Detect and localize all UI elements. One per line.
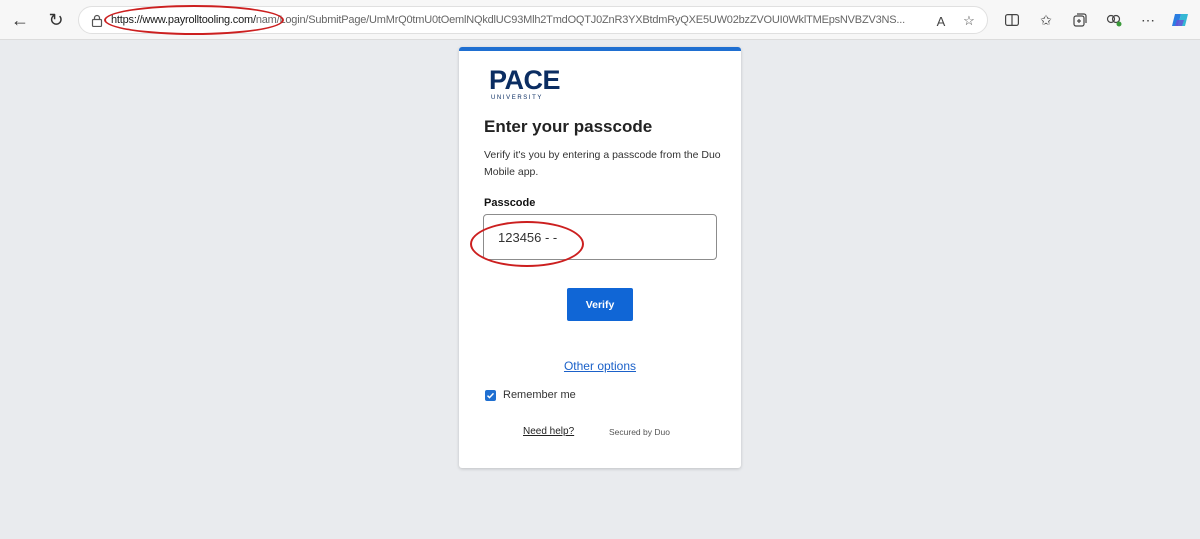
browser-toolbar: ← ↻ https://www.payrolltooling.com/nam/L… — [0, 0, 1200, 40]
other-options-link[interactable]: Other options — [564, 359, 636, 373]
url-host: https://www.payrolltooling.com/ — [111, 14, 256, 26]
favorites-icon[interactable]: ✩ — [1036, 10, 1056, 30]
remember-me-checkbox[interactable] — [485, 389, 496, 401]
back-icon[interactable]: ← — [8, 8, 32, 32]
passcode-label: Passcode — [484, 197, 536, 209]
page-title: Enter your passcode — [484, 117, 653, 136]
remember-me-label: Remember me — [503, 389, 576, 401]
extensions-icon[interactable] — [1104, 10, 1124, 30]
refresh-icon[interactable]: ↻ — [44, 8, 68, 32]
checkmark-icon — [486, 392, 495, 399]
split-screen-icon[interactable] — [1002, 10, 1022, 30]
logo-subtext: UNIVERSITY — [491, 95, 544, 101]
card-accent-bar — [459, 47, 741, 51]
read-aloud-icon[interactable]: A — [931, 11, 951, 31]
logo-text: PACE — [489, 65, 561, 95]
lock-icon[interactable] — [91, 14, 103, 32]
address-bar[interactable]: https://www.payrolltooling.com/nam/Login… — [78, 6, 988, 34]
url-text: https://www.payrolltooling.com/nam/Login… — [111, 14, 905, 26]
more-icon[interactable]: ⋯ — [1138, 10, 1158, 30]
passcode-input[interactable] — [483, 214, 717, 260]
remember-me-row[interactable]: Remember me — [485, 389, 576, 401]
duo-passcode-card: PACE UNIVERSITY Enter your passcode Veri… — [459, 47, 741, 468]
read-aloud-label: A — [936, 13, 946, 29]
favorite-star-icon[interactable]: ☆ — [959, 11, 979, 31]
copilot-icon[interactable] — [1170, 10, 1190, 30]
other-options-container: Other options — [459, 357, 741, 375]
collections-icon[interactable] — [1070, 10, 1090, 30]
url-path: nam/Login/SubmitPage/UmMrQ0tmU0tOemlNQkd… — [255, 14, 905, 26]
instruction-text: Verify it's you by entering a passcode f… — [484, 149, 721, 178]
need-help-link[interactable]: Need help? — [523, 426, 574, 437]
secured-by-duo-text: Secured by Duo — [609, 427, 670, 437]
pace-university-logo: PACE UNIVERSITY — [489, 65, 561, 102]
verify-button[interactable]: Verify — [567, 288, 633, 321]
